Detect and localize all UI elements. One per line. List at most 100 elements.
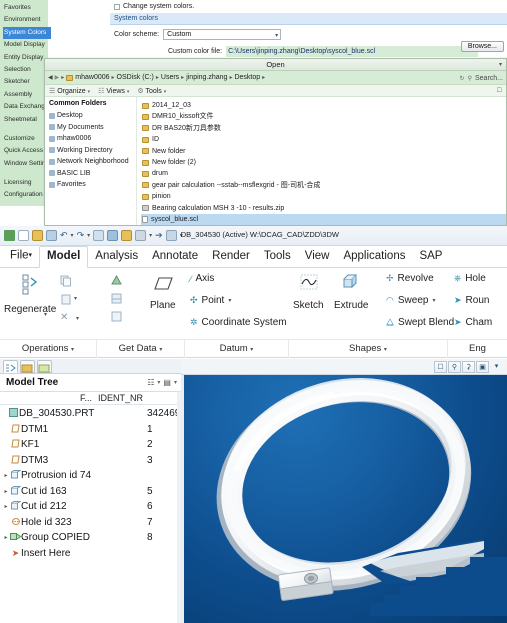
options-category-customize[interactable]: Customize: [3, 133, 48, 145]
footer-operations[interactable]: Operations ▾: [0, 339, 97, 358]
tab-view[interactable]: View: [298, 247, 337, 267]
chevron-down-icon[interactable]: ▾: [157, 379, 160, 386]
options-category-quick-access[interactable]: Quick Access: [3, 145, 48, 157]
tab-render[interactable]: Render: [205, 247, 257, 267]
select-icon[interactable]: ➔: [155, 230, 163, 241]
chevron-down-icon[interactable]: ▾: [432, 297, 435, 304]
paste-icon[interactable]: [60, 292, 72, 310]
options-category-system-colors[interactable]: System Colors: [3, 26, 51, 40]
chevron-down-icon[interactable]: ▾: [74, 295, 77, 302]
import-icon[interactable]: [110, 274, 123, 292]
tab-analysis[interactable]: Analysis: [88, 247, 145, 267]
redo-icon[interactable]: ↷: [77, 230, 85, 241]
chevron-down-icon[interactable]: ▾: [228, 297, 231, 304]
expand-arrow-icon[interactable]: ▸: [2, 472, 10, 479]
tab-applications[interactable]: Applications: [336, 247, 412, 267]
common-folder-item[interactable]: mhaw0006: [49, 133, 136, 145]
file-list-item[interactable]: Bearing calculation MSH 3 -10 - results.…: [141, 203, 506, 214]
back-icon[interactable]: ◀: [48, 74, 53, 81]
open-icon[interactable]: [32, 230, 43, 241]
common-folder-item[interactable]: My Documents: [49, 122, 136, 134]
close-window-icon[interactable]: [107, 230, 119, 241]
chevron-down-icon[interactable]: ▾: [76, 315, 79, 322]
point-command[interactable]: ✣ Point ▾: [190, 295, 231, 306]
browse-button[interactable]: Browse...: [460, 41, 504, 52]
window-icon[interactable]: [135, 230, 147, 241]
sketch-label[interactable]: Sketch: [293, 300, 324, 311]
footer-shapes[interactable]: Shapes ▾: [289, 339, 448, 358]
tab-annotate[interactable]: Annotate: [145, 247, 205, 267]
file-list-item[interactable]: syscol_blue.scl: [141, 213, 506, 225]
file-list-item[interactable]: drum: [141, 168, 506, 179]
options-category-sidebar[interactable]: Favorites Environment System Colors Model D…: [0, 0, 52, 206]
ribbon-tab-strip[interactable]: File▾ Model Analysis Annotate Render Tools Vie…: [0, 246, 507, 268]
file-list-item[interactable]: DR BAS20新刀具参数: [141, 123, 506, 134]
model-tree-row[interactable]: ▸ Cut id 212 6: [0, 499, 181, 515]
search-input[interactable]: Search...: [475, 75, 503, 82]
breadcrumb-item[interactable]: Desktop: [234, 74, 260, 81]
common-folder-item[interactable]: BASIC LIB: [49, 168, 136, 180]
options-category-favorites[interactable]: Favorites: [3, 2, 48, 14]
undo-icon[interactable]: ↶: [60, 230, 68, 241]
options-category-assembly[interactable]: Assembly: [3, 89, 48, 101]
refit-icon[interactable]: ▣: [476, 361, 489, 373]
change-system-colors-row[interactable]: Change system colors.: [110, 0, 507, 12]
breadcrumb-item[interactable]: OSDisk (C:): [117, 74, 154, 81]
new-icon[interactable]: [18, 230, 29, 241]
expand-arrow-icon[interactable]: ▸: [2, 503, 10, 510]
filter-icon[interactable]: ☷: [147, 378, 154, 387]
tab-file[interactable]: File▾: [3, 246, 39, 267]
regenerate-icon[interactable]: [93, 230, 105, 241]
color-scheme-select[interactable]: Custom ▾: [163, 29, 282, 40]
options-category-environment[interactable]: Environment: [3, 14, 48, 26]
panel-toggle-icon[interactable]: ☐: [497, 87, 502, 94]
sketch-icon[interactable]: [300, 274, 318, 295]
quick-access-toolbar[interactable]: ↶ ▾ ↷ ▾ ▾ ➔ ▾ DB_304530 (Active) W:\DCAG…: [0, 226, 507, 246]
swept-blend-command[interactable]: ⧋ Swept Blend: [386, 317, 454, 328]
regenerate-label[interactable]: Regenerate: [4, 304, 56, 315]
save-icon[interactable]: [46, 230, 57, 241]
repaint-icon[interactable]: [165, 230, 177, 241]
options-category-data-exchange[interactable]: Data Exchange: [3, 101, 48, 113]
options-category-configuration[interactable]: Configuration: [3, 189, 48, 201]
revolve-command[interactable]: ✢ Revolve: [386, 273, 434, 284]
shrinkwrap-icon[interactable]: [110, 310, 123, 328]
change-system-colors-checkbox[interactable]: [114, 3, 120, 10]
file-list-item[interactable]: gear pair calculation --sstab--msflexgri…: [141, 180, 506, 191]
settings-icon[interactable]: ▤: [163, 378, 171, 387]
tab-model[interactable]: Model: [39, 246, 89, 268]
delete-icon[interactable]: ✕: [60, 312, 68, 323]
breadcrumb[interactable]: mhaw0006 ▸ OSDisk (C:) ▸ Users ▸ jinping.zhang…: [75, 74, 265, 81]
search-box[interactable]: ↻ ⚲ Search...: [460, 71, 503, 85]
redo-dropdown-icon[interactable]: ▾: [87, 232, 90, 239]
file-list-item[interactable]: pinion: [141, 191, 506, 202]
file-list-item[interactable]: ID: [141, 134, 506, 145]
options-category-sketcher[interactable]: Sketcher: [3, 76, 48, 88]
tab-tools[interactable]: Tools: [257, 247, 298, 267]
options-category-licensing[interactable]: Licensing: [3, 177, 48, 189]
open-dialog-toolbar[interactable]: ☰ Organize ▾ ☷ Views ▾ ⚙ Tools ▾ ☐: [45, 85, 506, 97]
options-category-model-display[interactable]: Model Display: [3, 39, 48, 51]
footer-get-data[interactable]: Get Data ▾: [97, 339, 185, 358]
file-list-item[interactable]: New folder: [141, 146, 506, 157]
common-folder-item[interactable]: Desktop: [49, 110, 136, 122]
zoom-in-icon[interactable]: ⚲: [448, 361, 461, 373]
common-folder-item[interactable]: Favorites: [49, 179, 136, 191]
zoom-box-icon[interactable]: ☐: [434, 361, 447, 373]
sweep-command[interactable]: ◠ Sweep ▾: [386, 295, 435, 306]
tab-folder-browser[interactable]: [20, 359, 35, 373]
viewport-toolbar[interactable]: ☐ ⚲ ⚳ ▣ ▾: [181, 359, 507, 375]
forward-icon[interactable]: ▶: [55, 74, 60, 81]
breadcrumb-item[interactable]: Users: [161, 74, 179, 81]
round-command[interactable]: ➤ Roun: [454, 295, 489, 306]
window-dropdown-icon[interactable]: ▾: [149, 232, 152, 239]
regenerate-icon[interactable]: [22, 274, 38, 296]
common-folder-item[interactable]: Working Directory: [49, 145, 136, 157]
model-tree-row[interactable]: DTM3 3: [0, 453, 181, 469]
organize-menu[interactable]: ☰ Organize ▾: [49, 87, 90, 95]
model-tree-row[interactable]: DTM1 1: [0, 422, 181, 438]
footer-datum[interactable]: Datum ▾: [185, 339, 289, 358]
expand-arrow-icon[interactable]: ▸: [2, 488, 10, 495]
views-menu[interactable]: ☷ Views ▾: [98, 87, 129, 95]
refresh-icon[interactable]: ↻: [460, 75, 465, 82]
